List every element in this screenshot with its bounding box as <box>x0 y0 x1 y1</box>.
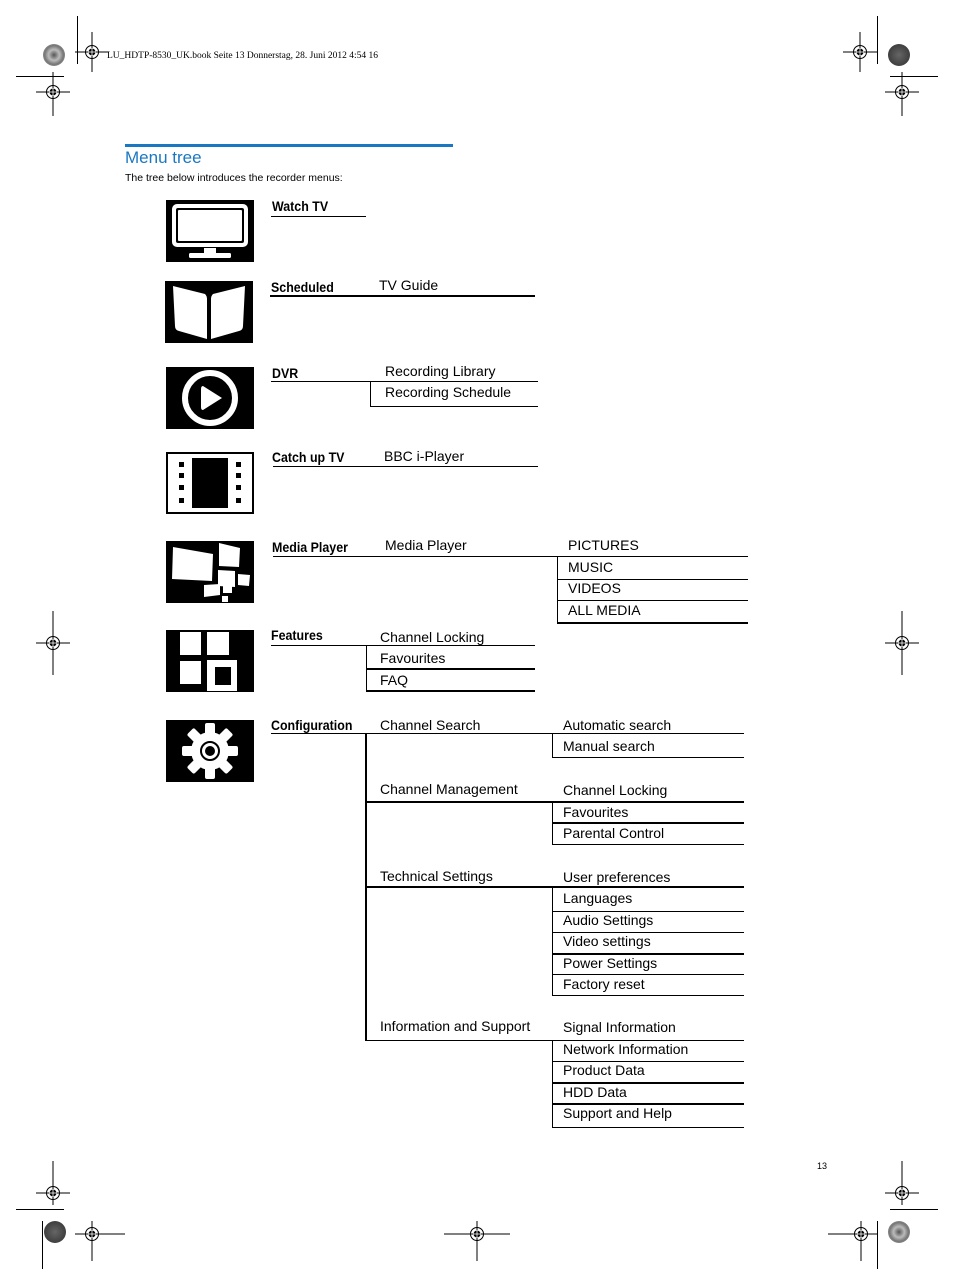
tree-connector <box>271 381 538 382</box>
tree-connector <box>365 886 744 888</box>
tree-connector <box>552 757 744 758</box>
tree-connector <box>552 974 744 975</box>
tree-connector <box>365 733 744 734</box>
registration-target-icon <box>75 32 109 72</box>
tree-connector <box>273 466 538 467</box>
menu-item-pictures[interactable]: PICTURES <box>568 537 639 553</box>
tree-connector <box>370 381 371 407</box>
registration-target-icon <box>36 611 70 675</box>
registration-target-icon <box>885 611 919 675</box>
menu-item-power-settings[interactable]: Power Settings <box>563 955 657 971</box>
tree-connector <box>270 295 535 297</box>
tree-connector <box>552 1127 744 1128</box>
menu-item-product-data[interactable]: Product Data <box>563 1062 645 1078</box>
tree-connector <box>552 886 553 995</box>
menu-item-manual-search[interactable]: Manual search <box>563 738 655 754</box>
book-icon <box>165 281 253 343</box>
menu-category-scheduled[interactable]: Scheduled <box>271 280 334 296</box>
title-accent-bar <box>125 144 453 147</box>
play-icon <box>166 367 254 429</box>
tree-connector <box>557 600 748 601</box>
menu-item-channel-locking[interactable]: Channel Locking <box>563 782 667 798</box>
menu-item-favourites[interactable]: Favourites <box>563 804 628 820</box>
menu-item-channel-search[interactable]: Channel Search <box>380 717 480 733</box>
tree-connector <box>552 822 744 824</box>
tv-icon <box>166 200 254 262</box>
page-title: Menu tree <box>125 148 202 167</box>
menu-category-catch-up-tv[interactable]: Catch up TV <box>272 450 344 466</box>
menu-category-configuration[interactable]: Configuration <box>271 718 352 734</box>
menu-item-technical-settings[interactable]: Technical Settings <box>380 868 493 884</box>
tree-connector <box>366 690 535 692</box>
gear-icon <box>166 720 254 782</box>
crop-mark-bottom-left-vertical <box>42 1221 43 1269</box>
menu-item-factory-reset[interactable]: Factory reset <box>563 976 645 992</box>
registration-target-icon <box>843 32 877 72</box>
menu-item-hdd-data[interactable]: HDD Data <box>563 1084 627 1100</box>
menu-category-media-player[interactable]: Media Player <box>272 540 348 556</box>
menu-item-faq[interactable]: FAQ <box>380 672 408 688</box>
menu-item-network-information[interactable]: Network Information <box>563 1041 688 1057</box>
menu-category-features[interactable]: Features <box>271 628 323 644</box>
menu-item-music[interactable]: MUSIC <box>568 559 613 575</box>
registration-target-icon <box>75 1221 125 1261</box>
menu-item-signal-information[interactable]: Signal Information <box>563 1019 676 1035</box>
menu-item-audio-settings[interactable]: Audio Settings <box>563 912 653 928</box>
registration-target-icon <box>36 1161 70 1205</box>
tree-connector <box>271 733 371 734</box>
registration-target-icon <box>36 72 70 116</box>
tree-connector <box>552 995 744 996</box>
tree-connector <box>271 216 366 217</box>
menu-item-channel-locking[interactable]: Channel Locking <box>380 629 484 645</box>
tree-connector <box>366 668 535 670</box>
menu-item-favourites[interactable]: Favourites <box>380 650 445 666</box>
calibration-disc-icon <box>43 44 65 66</box>
tree-connector <box>370 406 538 407</box>
tree-connector <box>273 556 748 557</box>
menu-item-information-and-support[interactable]: Information and Support <box>380 1018 530 1034</box>
menu-item-bbc-iplayer[interactable]: BBC i-Player <box>384 448 464 464</box>
print-header: LU_HDTP-8530_UK.book Seite 13 Donnerstag… <box>107 51 378 61</box>
registration-target-icon <box>828 1221 878 1261</box>
menu-item-parental-control[interactable]: Parental Control <box>563 825 664 841</box>
crop-mark-bottom-left-horizontal <box>16 1209 64 1210</box>
tree-connector <box>271 645 535 646</box>
crop-mark-bottom-right-horizontal <box>890 1209 938 1210</box>
menu-item-channel-management[interactable]: Channel Management <box>380 781 518 797</box>
menu-item-all-media[interactable]: ALL MEDIA <box>568 602 641 618</box>
tree-connector <box>365 801 744 803</box>
page-number: 13 <box>817 1161 828 1171</box>
tree-connector <box>557 622 748 624</box>
tree-connector <box>552 733 553 757</box>
film-icon <box>166 452 254 514</box>
tree-connector <box>557 556 558 623</box>
tree-connector <box>552 1040 553 1128</box>
menu-item-languages[interactable]: Languages <box>563 890 632 906</box>
intro-text: The tree below introduces the recorder m… <box>125 172 343 184</box>
crop-mark-top-right-vertical <box>877 16 878 64</box>
menu-category-watch-tv[interactable]: Watch TV <box>272 199 328 215</box>
registration-target-icon <box>444 1221 510 1261</box>
registration-target-icon <box>885 72 919 116</box>
menu-item-support-and-help[interactable]: Support and Help <box>563 1105 672 1121</box>
menu-item-automatic-search[interactable]: Automatic search <box>563 717 671 733</box>
calibration-disc-icon <box>44 1221 66 1243</box>
menu-item-media-player[interactable]: Media Player <box>385 537 467 553</box>
calibration-disc-icon <box>888 1221 910 1243</box>
menu-item-recording-library[interactable]: Recording Library <box>385 363 496 379</box>
menu-item-videos[interactable]: VIDEOS <box>568 580 621 596</box>
calibration-disc-icon <box>888 44 910 66</box>
menu-item-video-settings[interactable]: Video settings <box>563 933 651 949</box>
media-tiles-icon <box>166 541 254 603</box>
tree-connector <box>552 844 744 845</box>
grid-icon <box>166 630 254 692</box>
menu-item-tv-guide[interactable]: TV Guide <box>379 277 438 293</box>
registration-target-icon <box>885 1161 919 1205</box>
menu-item-recording-schedule[interactable]: Recording Schedule <box>385 384 511 400</box>
menu-category-dvr[interactable]: DVR <box>272 366 298 382</box>
menu-item-user-preferences[interactable]: User preferences <box>563 869 670 885</box>
